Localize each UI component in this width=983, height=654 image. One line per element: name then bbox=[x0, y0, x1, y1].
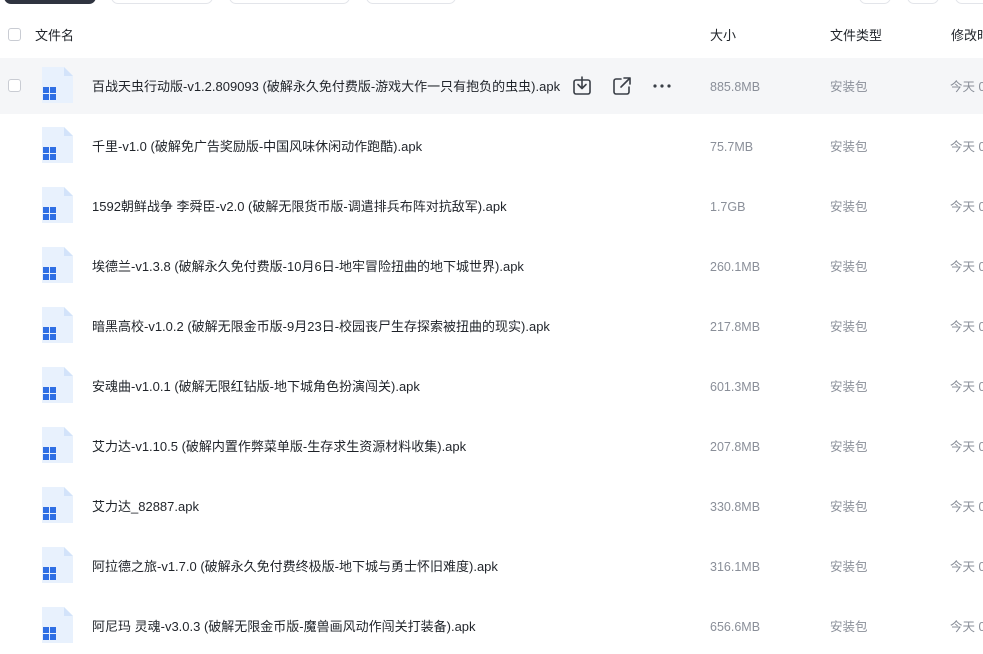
file-size: 75.7MB bbox=[710, 140, 754, 154]
file-size: 260.1MB bbox=[710, 260, 761, 274]
column-header-name[interactable]: 文件名 bbox=[35, 29, 74, 43]
file-modified: 今天 0 bbox=[950, 440, 983, 454]
file-modified: 今天 0 bbox=[950, 140, 983, 154]
sort-button[interactable] bbox=[907, 0, 939, 4]
file-modified: 今天 0 bbox=[950, 320, 983, 334]
file-type: 安装包 bbox=[830, 440, 868, 454]
file-name[interactable]: 千里-v1.0 (破解免广告奖励版-中国风味休闲动作跑酷).apk bbox=[92, 139, 422, 155]
apk-file-icon bbox=[42, 367, 73, 403]
file-row[interactable]: 阿尼玛 灵魂-v3.0.3 (破解无限金币版-魔兽画风动作闯关打装备).apk … bbox=[0, 598, 983, 654]
apk-file-icon bbox=[42, 307, 73, 343]
file-name[interactable]: 阿拉德之旅-v1.7.0 (破解永久免付费终极版-地下城与勇士怀旧难度).apk bbox=[92, 559, 498, 575]
file-modified: 今天 0 bbox=[950, 380, 983, 394]
file-size: 601.3MB bbox=[710, 380, 761, 394]
select-all-checkbox[interactable] bbox=[8, 28, 21, 41]
file-modified: 今天 0 bbox=[950, 80, 983, 94]
file-name[interactable]: 艾力达_82887.apk bbox=[92, 499, 199, 515]
toolbar-button-4[interactable] bbox=[366, 0, 456, 4]
file-type: 安装包 bbox=[830, 140, 868, 154]
file-size: 316.1MB bbox=[710, 560, 761, 574]
file-row[interactable]: 安魂曲-v1.0.1 (破解无限红钻版-地下城角色扮演闯关).apk 601.3… bbox=[0, 358, 983, 414]
file-name[interactable]: 暗黑高校-v1.0.2 (破解无限金币版-9月23日-校园丧尸生存探索被扭曲的现… bbox=[92, 319, 550, 335]
file-row[interactable]: 1592朝鲜战争 李舜臣-v2.0 (破解无限货币版-调遣排兵布阵对抗敌军).a… bbox=[0, 178, 983, 234]
file-row[interactable]: 艾力达_82887.apk 330.8MB 安装包 今天 0 bbox=[0, 478, 983, 534]
apk-file-icon bbox=[42, 127, 73, 163]
file-row[interactable]: 艾力达-v1.10.5 (破解内置作弊菜单版-生存求生资源材料收集).apk 2… bbox=[0, 418, 983, 474]
apk-file-icon bbox=[42, 427, 73, 463]
file-modified: 今天 0 bbox=[950, 620, 983, 634]
file-size: 1.7GB bbox=[710, 200, 746, 214]
file-size: 656.6MB bbox=[710, 620, 761, 634]
file-list-header: 文件名 大小 文件类型 修改时 bbox=[0, 14, 983, 58]
column-header-size[interactable]: 大小 bbox=[710, 29, 736, 43]
file-row[interactable]: 阿拉德之旅-v1.7.0 (破解永久免付费终极版-地下城与勇士怀旧难度).apk… bbox=[0, 538, 983, 594]
file-size: 330.8MB bbox=[710, 500, 761, 514]
file-modified: 今天 0 bbox=[950, 260, 983, 274]
download-icon[interactable] bbox=[570, 74, 594, 98]
file-type: 安装包 bbox=[830, 320, 868, 334]
apk-file-icon bbox=[42, 67, 73, 103]
file-row[interactable]: 埃德兰-v1.3.8 (破解永久免付费版-10月6日-地牢冒险扭曲的地下城世界)… bbox=[0, 238, 983, 294]
column-header-type[interactable]: 文件类型 bbox=[830, 29, 882, 43]
file-modified: 今天 0 bbox=[950, 500, 983, 514]
file-modified: 今天 0 bbox=[950, 200, 983, 214]
toolbar-primary-button[interactable] bbox=[4, 0, 96, 4]
file-name[interactable]: 阿尼玛 灵魂-v3.0.3 (破解无限金币版-魔兽画风动作闯关打装备).apk bbox=[92, 619, 476, 635]
file-name[interactable]: 埃德兰-v1.3.8 (破解永久免付费版-10月6日-地牢冒险扭曲的地下城世界)… bbox=[92, 259, 524, 275]
file-type: 安装包 bbox=[830, 260, 868, 274]
file-name[interactable]: 百战天虫行动版-v1.2.809093 (破解永久免付费版-游戏大作一只有抱负的… bbox=[92, 79, 560, 95]
file-row[interactable]: 百战天虫行动版-v1.2.809093 (破解永久免付费版-游戏大作一只有抱负的… bbox=[0, 58, 983, 114]
apk-file-icon bbox=[42, 547, 73, 583]
column-header-modified[interactable]: 修改时 bbox=[951, 29, 983, 43]
apk-file-icon bbox=[42, 487, 73, 523]
file-size: 207.8MB bbox=[710, 440, 761, 454]
file-name[interactable]: 1592朝鲜战争 李舜臣-v2.0 (破解无限货币版-调遣排兵布阵对抗敌军).a… bbox=[92, 199, 507, 215]
toolbar-button-3[interactable] bbox=[229, 0, 350, 4]
apk-file-icon bbox=[42, 247, 73, 283]
apk-file-icon bbox=[42, 607, 73, 643]
file-size: 217.8MB bbox=[710, 320, 761, 334]
more-icon[interactable] bbox=[650, 74, 674, 98]
toolbar-button-2[interactable] bbox=[111, 0, 213, 4]
file-type: 安装包 bbox=[830, 560, 868, 574]
file-row[interactable]: 暗黑高校-v1.0.2 (破解无限金币版-9月23日-校园丧尸生存探索被扭曲的现… bbox=[0, 298, 983, 354]
file-type: 安装包 bbox=[830, 380, 868, 394]
file-type: 安装包 bbox=[830, 620, 868, 634]
apk-file-icon bbox=[42, 187, 73, 223]
file-name[interactable]: 艾力达-v1.10.5 (破解内置作弊菜单版-生存求生资源材料收集).apk bbox=[92, 439, 466, 455]
view-toggle-button[interactable] bbox=[859, 0, 891, 4]
row-checkbox[interactable] bbox=[8, 79, 21, 92]
file-type: 安装包 bbox=[830, 500, 868, 514]
file-row[interactable]: 千里-v1.0 (破解免广告奖励版-中国风味休闲动作跑酷).apk 75.7MB… bbox=[0, 118, 983, 174]
share-icon[interactable] bbox=[610, 74, 634, 98]
file-name[interactable]: 安魂曲-v1.0.1 (破解无限红钻版-地下城角色扮演闯关).apk bbox=[92, 379, 420, 395]
file-modified: 今天 0 bbox=[950, 560, 983, 574]
file-type: 安装包 bbox=[830, 80, 868, 94]
file-size: 885.8MB bbox=[710, 80, 761, 94]
more-toolbar-button[interactable] bbox=[955, 0, 983, 4]
file-type: 安装包 bbox=[830, 200, 868, 214]
